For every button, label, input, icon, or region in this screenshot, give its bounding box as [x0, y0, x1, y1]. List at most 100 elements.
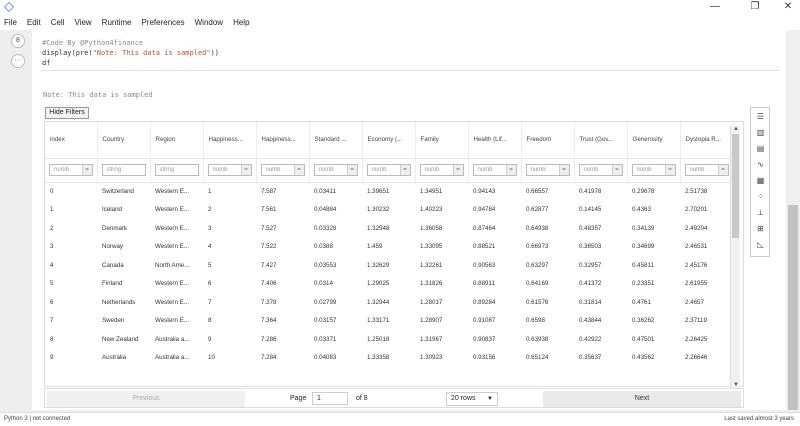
histogram-icon[interactable]: ▦ — [754, 174, 767, 187]
table-cell: 0.65124 — [526, 354, 549, 362]
scroll-up-icon[interactable]: ▲ — [732, 126, 740, 132]
notebook-scrollbar[interactable] — [786, 30, 800, 412]
filter-operator-icon[interactable]: = — [664, 165, 675, 175]
column-header[interactable]: Generosity — [627, 122, 681, 159]
table-cell: 0.03553 — [314, 261, 337, 269]
filter-operator-icon[interactable]: = — [505, 165, 516, 175]
table-cell: Australia a... — [155, 354, 190, 362]
table-cell: 3 — [208, 224, 212, 232]
column-filter-input[interactable]: numb = — [49, 164, 93, 176]
table-cell: Western E... — [155, 317, 189, 325]
grid-vertical-scrollbar[interactable]: ▲ ▼ — [730, 126, 740, 388]
column-header[interactable]: Family — [415, 122, 469, 159]
table-row[interactable]: 8 New Zealand Australia a... 9 7.286 0.03371 1… — [45, 330, 733, 349]
column-filter-input[interactable]: numb = — [472, 164, 517, 176]
line-chart-icon[interactable]: ∿ — [754, 158, 767, 171]
table-view-icon[interactable]: ☰ — [754, 110, 767, 123]
column-header[interactable]: Economy (... — [362, 122, 416, 159]
table-cell: 0.42922 — [579, 335, 602, 343]
notebook-scroll-thumb[interactable] — [788, 205, 798, 410]
menu-cell[interactable]: Cell — [51, 18, 65, 27]
table-cell: 9 — [208, 335, 212, 343]
filter-operator-icon[interactable]: = — [293, 165, 304, 175]
table-row[interactable]: 3 Norway Western E... 4 7.522 0.0388 1.459 1.33… — [45, 238, 733, 257]
table-cell: 0.94143 — [473, 188, 496, 195]
column-header[interactable]: Region — [150, 122, 204, 159]
menu-preferences[interactable]: Preferences — [141, 18, 184, 27]
filter-operator-icon[interactable]: = — [81, 165, 92, 175]
column-header[interactable]: Country — [97, 122, 151, 159]
close-button[interactable]: ✕ — [776, 0, 800, 14]
table-cell: 1.30923 — [420, 354, 443, 362]
page-number-input[interactable]: 1 — [312, 392, 348, 405]
column-filter-input[interactable]: string — [154, 164, 199, 176]
column-header[interactable]: Dystopia R... — [680, 122, 734, 159]
column-filter-input[interactable]: numb = — [313, 164, 358, 176]
filter-operator-icon[interactable]: = — [611, 165, 622, 175]
bar-chart-icon[interactable]: ▥ — [754, 126, 767, 139]
column-filter-input[interactable]: numb = — [207, 164, 252, 176]
column-filter-input[interactable]: numb = — [684, 164, 729, 176]
table-cell: Finland — [102, 280, 123, 288]
column-header[interactable]: Freedom — [521, 122, 575, 159]
table-row[interactable]: 5 Finland Western E... 6 7.406 0.0314 1.29025 1… — [45, 275, 733, 294]
column-filter-input[interactable]: numb = — [578, 164, 623, 176]
filter-operator-icon[interactable]: = — [558, 165, 569, 175]
menu-help[interactable]: Help — [233, 18, 249, 27]
filter-operator-icon[interactable]: = — [346, 165, 357, 175]
scatter-plot-icon[interactable]: ⁘ — [754, 190, 767, 203]
filter-operator-icon[interactable]: = — [240, 165, 251, 175]
code-editor[interactable]: #Code By @Python4finance display(pre("No… — [42, 38, 219, 68]
previous-page-button[interactable]: Previous — [47, 391, 245, 407]
table-row[interactable]: 4 Canada North Ame... 5 7.427 0.03553 1.32629 1… — [45, 256, 733, 275]
column-filter-input[interactable]: numb = — [525, 164, 570, 176]
column-filter-input[interactable]: numb = — [260, 164, 305, 176]
maximize-button[interactable]: ❐ — [743, 0, 767, 14]
menu-window[interactable]: Window — [195, 18, 223, 27]
cell-more-button[interactable]: ··· — [11, 54, 25, 68]
menu-edit[interactable]: Edit — [27, 18, 41, 27]
table-cell: 0.90837 — [473, 335, 496, 343]
column-header[interactable]: index — [45, 122, 98, 159]
filter-operator-icon[interactable]: = — [399, 165, 410, 175]
table-row[interactable]: 6 Netherlands Western E... 7 7.378 0.02799 1.3… — [45, 293, 733, 312]
menu-runtime[interactable]: Runtime — [102, 18, 132, 27]
execution-count-badge[interactable]: 8 — [11, 34, 25, 48]
menu-view[interactable]: View — [74, 18, 91, 27]
column-header[interactable]: Trust (Gov... — [574, 122, 628, 159]
table-row[interactable]: 0 Switzerland Western E... 1 7.587 0.03411 1.3… — [45, 182, 733, 201]
area-chart-icon[interactable]: ◺ — [754, 238, 767, 251]
table-row[interactable]: 9 Australia Australia a... 10 7.284 0.04083 1.… — [45, 349, 733, 368]
filter-operator-icon[interactable]: = — [452, 165, 463, 175]
column-filter-input[interactable]: string — [101, 164, 146, 176]
scatter-matrix-icon[interactable]: ⊞ — [754, 222, 767, 235]
kernel-status: Python 3 | not connected — [4, 416, 71, 422]
table-cell: 2.61955 — [685, 280, 708, 288]
table-cell: 0.03157 — [314, 317, 337, 325]
network-graph-icon[interactable]: ⟂ — [754, 206, 767, 219]
column-filter-input[interactable]: numb = — [366, 164, 411, 176]
menu-file[interactable]: File — [4, 18, 17, 27]
column-header[interactable]: Happiness... — [203, 122, 257, 159]
rows-per-page-select[interactable]: 20 rows ▼ — [446, 392, 498, 406]
table-row[interactable]: 2 Denmark Western E... 3 7.527 0.03328 1.32548… — [45, 219, 733, 238]
table-cell: 2.51738 — [685, 188, 708, 195]
column-header[interactable]: Happiness... — [256, 122, 310, 159]
table-row[interactable]: 1 Iceland Western E... 2 7.561 0.04884 1.30232… — [45, 201, 733, 220]
table-cell: 5 — [50, 280, 54, 288]
column-filter-input[interactable]: numb = — [419, 164, 464, 176]
next-page-button[interactable]: Next — [543, 391, 741, 407]
column-header[interactable]: Health (Lif... — [468, 122, 522, 159]
table-cell: 0.03371 — [314, 335, 337, 343]
table-cell: 0.4363 — [632, 206, 651, 214]
table-cell: 2.26425 — [685, 335, 708, 343]
grouped-bar-icon[interactable]: ▤ — [754, 142, 767, 155]
hide-filters-button[interactable]: Hide Filters — [45, 107, 89, 119]
grid-scroll-thumb[interactable] — [732, 134, 739, 238]
minimize-button[interactable]: — — [703, 0, 727, 14]
column-header[interactable]: Standard ... — [309, 122, 363, 159]
column-filter-cell: numb = — [468, 158, 522, 183]
table-row[interactable]: 7 Sweden Western E... 8 7.364 0.03157 1.33171 1… — [45, 312, 733, 331]
filter-operator-icon[interactable]: = — [717, 165, 728, 175]
column-filter-input[interactable]: numb = — [631, 164, 676, 176]
